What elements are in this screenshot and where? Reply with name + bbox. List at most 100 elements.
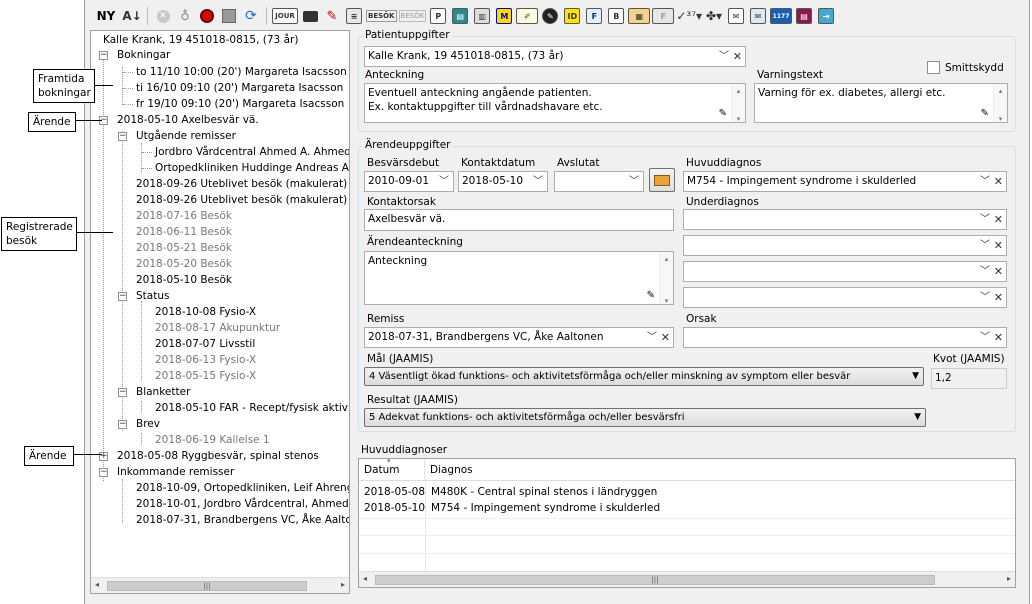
document-icon[interactable]: ≡	[344, 6, 364, 26]
remiss-selector[interactable]: 2018-07-31, Brandbergens VC, Åke Aaltone…	[364, 327, 674, 348]
b-icon[interactable]: B	[606, 6, 626, 26]
clear-icon[interactable]: ✕	[994, 236, 1003, 255]
edit-icon[interactable]: ✎	[322, 6, 342, 26]
p-icon[interactable]: P	[428, 6, 448, 26]
clear-icon[interactable]: ✕	[994, 262, 1003, 281]
tree-node-brev[interactable]: Brev	[136, 417, 160, 431]
mal-dropdown[interactable]: 4 Väsentligt ökad funktions- och aktivit…	[364, 367, 924, 386]
scroll-left-icon[interactable]: ◂	[363, 574, 367, 583]
chevron-down-icon[interactable]: ﹀	[439, 172, 449, 191]
tree-node-blanketter[interactable]: Blanketter	[136, 385, 190, 399]
table-horizontal-scrollbar[interactable]: ◂ ||| ▸	[359, 571, 1015, 587]
scroll-right-icon[interactable]: ▸	[341, 580, 345, 589]
column-header-diagnos[interactable]: Diagnos	[425, 459, 1015, 481]
collapse-icon[interactable]: −	[118, 388, 127, 397]
textarea-scrollbar[interactable]: ▴ ▾	[731, 84, 745, 123]
prescription-icon[interactable]: ✐	[516, 6, 539, 26]
status-item[interactable]: 2018-08-17 Akupunktur	[155, 321, 280, 335]
visit-item[interactable]: 2018-05-10 Besök	[136, 273, 232, 287]
open-folder-button[interactable]	[649, 168, 675, 192]
scroll-thumb[interactable]: |||	[107, 581, 307, 591]
tree-node-utgaende-remisser[interactable]: Utgående remisser	[136, 129, 236, 143]
visit-item[interactable]: 2018-05-20 Besök	[136, 257, 232, 271]
collapse-icon[interactable]: −	[118, 420, 127, 429]
calendar-icon[interactable]: ▦	[628, 6, 651, 26]
chevron-down-icon[interactable]: ﹀	[980, 236, 990, 255]
visit-item[interactable]: 2018-07-16 Besök	[136, 209, 232, 223]
smittskydd-checkbox[interactable]	[927, 61, 940, 74]
save-icon[interactable]	[219, 6, 239, 26]
referral-item[interactable]: Ortopedkliniken Huddinge Andreas A	[155, 161, 349, 175]
refresh-icon[interactable]: ⟳	[241, 6, 261, 26]
journal-icon[interactable]: JOUR	[272, 6, 298, 26]
collapse-icon[interactable]: −	[118, 292, 127, 301]
collapse-icon[interactable]: −	[99, 51, 108, 60]
web-icon[interactable]: 1177	[770, 6, 793, 26]
visit-item[interactable]: 2018-09-26 Uteblivet besök (makulerat)	[136, 177, 347, 191]
clear-icon[interactable]: ✕	[994, 328, 1003, 347]
new-button[interactable]: NY	[92, 6, 120, 26]
m-icon[interactable]: M	[494, 6, 514, 26]
status-item[interactable]: 2018-05-15 Fysio-X	[155, 369, 256, 383]
anteckning-textarea[interactable]: Eventuell anteckning angående patienten.…	[364, 83, 746, 123]
f-icon[interactable]: F	[584, 6, 604, 26]
form-item[interactable]: 2018-05-10 FAR - Recept/fysisk aktivitet	[155, 401, 349, 415]
underdiagnos-selector-4[interactable]: ﹀ ✕	[683, 287, 1007, 308]
underdiagnos-selector-1[interactable]: ﹀ ✕	[683, 209, 1007, 230]
id-icon[interactable]: ID	[562, 6, 582, 26]
besok2-icon[interactable]: BESÖK	[398, 6, 427, 26]
tree-node-bokningar[interactable]: Bokningar	[117, 48, 170, 62]
scroll-thumb[interactable]: |||	[375, 575, 935, 585]
resultat-dropdown[interactable]: 5 Adekvat funktions- och aktivitetsförmå…	[364, 408, 926, 427]
referral-item[interactable]: 2018-10-01, Jordbro Vårdcentral, Ahmed A	[136, 497, 349, 511]
exit-icon[interactable]: ⇥	[816, 6, 836, 26]
varningstext-textarea[interactable]: Varning för ex. diabetes, allergi etc. ▴…	[754, 83, 1008, 123]
textarea-scrollbar[interactable]: ▴ ▾	[993, 84, 1007, 123]
referral-item[interactable]: 2018-10-09, Ortopedkliniken, Leif Ahreng	[136, 481, 349, 495]
underdiagnos-selector-2[interactable]: ﹀ ✕	[683, 235, 1007, 256]
check-icon[interactable]: ✓³⁷▾	[676, 6, 702, 26]
collapse-icon[interactable]: −	[99, 468, 108, 477]
scroll-left-icon[interactable]: ◂	[95, 580, 99, 589]
form-icon[interactable]: F	[652, 6, 675, 26]
besok-icon[interactable]: BESÖK	[366, 6, 397, 26]
besvarsdebut-date[interactable]: 2010-09-01 ﹀	[364, 171, 454, 192]
visit-item[interactable]: 2018-05-21 Besök	[136, 241, 232, 255]
huvuddiagnoser-table[interactable]: Datum ▾ Diagnos 2018-05-08 M480K - Centr…	[358, 457, 1016, 588]
clear-icon[interactable]: ✕	[994, 210, 1003, 229]
clear-icon[interactable]: ✕	[733, 47, 742, 66]
huvuddiagnos-selector[interactable]: M754 - Impingement syndrome i skulderled…	[683, 171, 1007, 192]
message-icon[interactable]: ✉	[748, 6, 768, 26]
tree-horizontal-scrollbar[interactable]: ◂ ||| ▸	[91, 577, 349, 593]
status-item[interactable]: 2018-07-07 Livsstil	[155, 337, 255, 351]
underdiagnos-selector-3[interactable]: ﹀ ✕	[683, 261, 1007, 282]
chevron-down-icon[interactable]: ﹀	[980, 262, 990, 281]
sort-icon[interactable]: A↓	[122, 6, 142, 26]
notes-icon[interactable]: ▤	[450, 6, 470, 26]
clear-icon[interactable]: ✕	[661, 328, 670, 347]
chevron-down-icon[interactable]: ﹀	[980, 288, 990, 307]
referral-item[interactable]: Jordbro Vårdcentral Ahmed A. Ahmed	[155, 145, 349, 159]
clear-icon[interactable]: ✕	[994, 288, 1003, 307]
tree-root-patient[interactable]: Kalle Krank, 19 451018-0815, (73 år)	[103, 33, 298, 47]
booking-item[interactable]: fr 19/10 09:10 (20') Margareta Isacsson	[136, 97, 344, 111]
sign-icon[interactable]: ✎	[540, 6, 560, 26]
orsak-selector[interactable]: ﹀ ✕	[683, 327, 1007, 348]
chevron-down-icon[interactable]: ﹀	[647, 328, 657, 347]
record-icon[interactable]	[197, 6, 217, 26]
chevron-down-icon[interactable]: ﹀	[629, 172, 639, 191]
tree-node-status[interactable]: Status	[136, 289, 169, 303]
visit-item[interactable]: 2018-09-26 Uteblivet besök (makulerat)	[136, 193, 347, 207]
visit-item[interactable]: 2018-06-11 Besök	[136, 225, 232, 239]
referral-item[interactable]: 2018-07-31, Brandbergens VC, Åke Aaltone…	[136, 513, 349, 527]
status-item[interactable]: 2018-06-13 Fysio-X	[155, 353, 256, 367]
chevron-down-icon[interactable]: ﹀	[980, 210, 990, 229]
column-header-datum[interactable]: Datum	[359, 459, 425, 481]
kontaktorsak-input[interactable]: Axelbesvär vä.	[364, 209, 674, 231]
patient-selector[interactable]: Kalle Krank, 19 451018-0815, (73 år) ﹀ ✕	[364, 46, 746, 67]
avslutat-date[interactable]: ﹀	[554, 171, 644, 192]
letter-item[interactable]: 2018-06-19 Kallelse 1	[155, 433, 270, 447]
network-icon[interactable]: ✤▾	[704, 6, 724, 26]
tree-node-arende[interactable]: 2018-05-10 Axelbesvär vä.	[117, 113, 259, 127]
scroll-right-icon[interactable]: ▸	[1007, 574, 1011, 583]
